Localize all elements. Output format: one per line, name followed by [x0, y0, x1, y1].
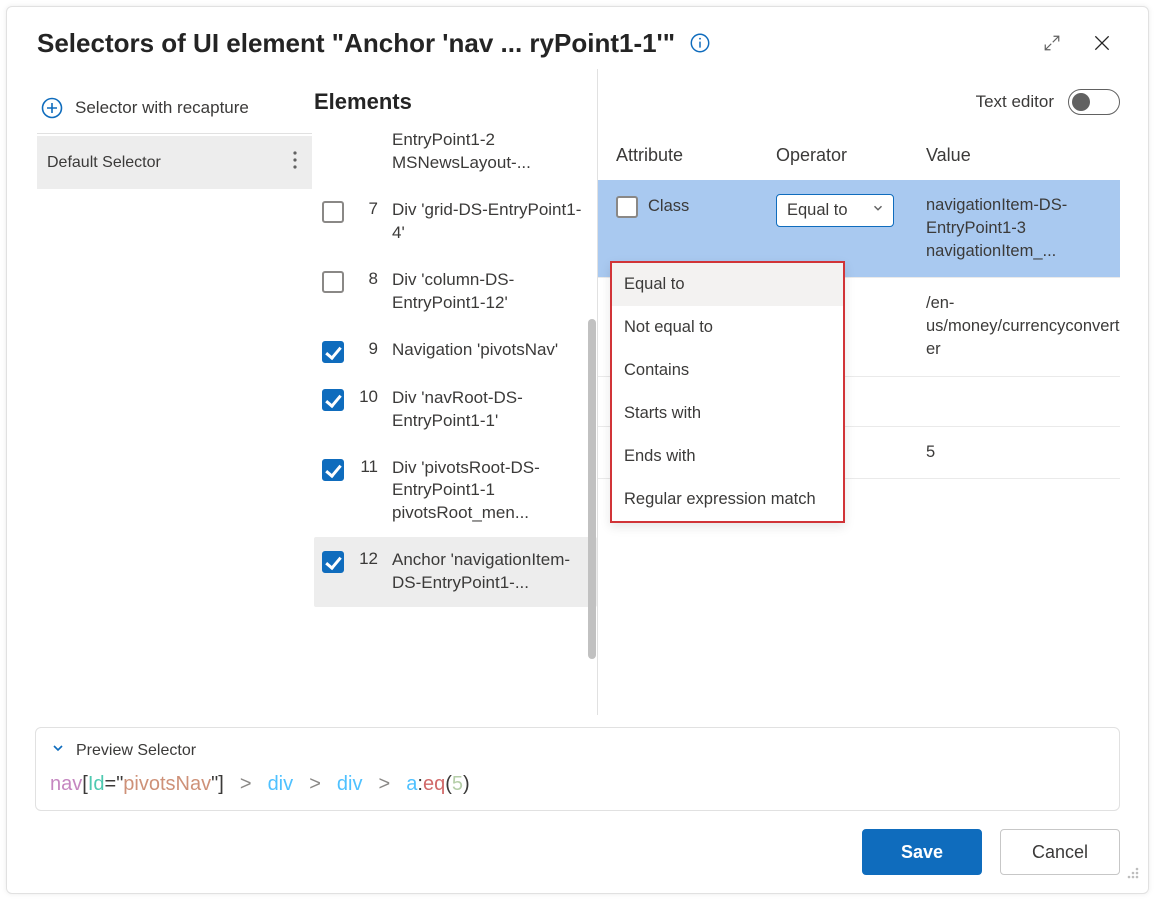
close-icon[interactable]	[1084, 25, 1120, 61]
attribute-header: Attribute Operator Value	[598, 131, 1120, 180]
dialog-title: Selectors of UI element "Anchor 'nav ...…	[37, 28, 675, 59]
elements-title: Elements	[312, 83, 597, 129]
elements-panel: Elements EntryPoint1-2 MSNewsLayout-... 7…	[312, 69, 597, 715]
preview-header[interactable]: Preview Selector	[50, 740, 1105, 761]
operator-select[interactable]: Equal to	[776, 194, 894, 227]
text-editor-label: Text editor	[976, 92, 1054, 112]
cancel-button[interactable]: Cancel	[1000, 829, 1120, 875]
element-checkbox[interactable]	[322, 341, 344, 363]
element-index: 7	[358, 199, 378, 219]
attributes-panel: Text editor Attribute Operator Value Cla…	[597, 69, 1120, 715]
element-label: EntryPoint1-2 MSNewsLayout-...	[392, 129, 589, 175]
preview-label: Preview Selector	[76, 742, 196, 760]
element-checkbox[interactable]	[322, 551, 344, 573]
attributes-top: Text editor	[598, 83, 1120, 129]
header-attribute: Attribute	[616, 145, 776, 166]
save-button[interactable]: Save	[862, 829, 982, 875]
element-row[interactable]: 10 Div 'navRoot-DS-EntryPoint1-1'	[314, 375, 597, 445]
operator-option[interactable]: Regular expression match	[612, 478, 843, 521]
plus-icon	[39, 95, 65, 121]
preview-wrap: Preview Selector nav[Id="pivotsNav"] > d…	[7, 715, 1148, 811]
element-checkbox[interactable]	[322, 459, 344, 481]
expand-icon[interactable]	[1034, 25, 1070, 61]
selector-with-recapture[interactable]: Selector with recapture	[37, 83, 312, 134]
recapture-label: Selector with recapture	[75, 98, 249, 118]
operator-dropdown[interactable]: Equal toNot equal toContainsStarts withE…	[610, 261, 845, 523]
preview-code: nav[Id="pivotsNav"] > div > div > a:eq(5…	[50, 771, 1105, 796]
operator-option[interactable]: Equal to	[612, 263, 843, 306]
element-label: Div 'column-DS-EntryPoint1-12'	[392, 269, 589, 315]
operator-option[interactable]: Not equal to	[612, 306, 843, 349]
attribute-value: /en-us/money/currencyconverter	[926, 292, 1120, 361]
operator-option[interactable]: Ends with	[612, 435, 843, 478]
element-label: Div 'navRoot-DS-EntryPoint1-1'	[392, 387, 589, 433]
element-row[interactable]: 12 Anchor 'navigationItem-DS-EntryPoint1-…	[314, 537, 597, 607]
header-operator: Operator	[776, 145, 926, 166]
element-label: Div 'grid-DS-EntryPoint1-4'	[392, 199, 589, 245]
chevron-down-icon	[871, 201, 885, 220]
elements-scrollbar[interactable]	[587, 129, 597, 669]
element-index: 10	[358, 387, 378, 407]
selector-dialog: Selectors of UI element "Anchor 'nav ...…	[6, 6, 1149, 894]
scrollbar-thumb[interactable]	[588, 319, 596, 659]
element-label: Navigation 'pivotsNav'	[392, 339, 589, 362]
dialog-header: Selectors of UI element "Anchor 'nav ...…	[7, 7, 1148, 69]
element-index: 11	[358, 457, 378, 477]
header-value: Value	[926, 145, 1120, 166]
selector-item-default[interactable]: Default Selector	[37, 136, 312, 189]
attribute-value: 5	[926, 441, 1120, 464]
chevron-down-icon	[50, 740, 66, 761]
element-row[interactable]: 7 Div 'grid-DS-EntryPoint1-4'	[314, 187, 597, 257]
element-row[interactable]: 11 Div 'pivotsRoot-DS-EntryPoint1-1 pivot…	[314, 445, 597, 538]
selector-item-label: Default Selector	[47, 154, 161, 172]
element-label: Anchor 'navigationItem-DS-EntryPoint1-..…	[392, 549, 589, 595]
elements-list[interactable]: EntryPoint1-2 MSNewsLayout-... 7 Div 'grid…	[312, 129, 597, 669]
element-label: Div 'pivotsRoot-DS-EntryPoint1-1 pivotsR…	[392, 457, 589, 526]
element-index: 9	[358, 339, 378, 359]
attribute-value: navigationItem-DS-EntryPoint1-3 navigati…	[926, 194, 1120, 263]
info-icon[interactable]	[689, 32, 711, 54]
element-row[interactable]: 9 Navigation 'pivotsNav'	[314, 327, 597, 375]
selectors-panel: Selector with recapture Default Selector	[37, 69, 312, 715]
operator-option[interactable]: Contains	[612, 349, 843, 392]
toggle-knob	[1072, 93, 1090, 111]
attribute-name: Class	[648, 197, 689, 216]
element-index: 8	[358, 269, 378, 289]
resize-grip-icon[interactable]	[1126, 866, 1140, 885]
attribute-table: Attribute Operator Value Class Equal to na…	[598, 131, 1120, 528]
dialog-footer: Save Cancel	[7, 811, 1148, 893]
operator-value: Equal to	[787, 201, 848, 220]
operator-option[interactable]: Starts with	[612, 392, 843, 435]
preview-selector-panel: Preview Selector nav[Id="pivotsNav"] > d…	[35, 727, 1120, 811]
element-checkbox[interactable]	[322, 271, 344, 293]
element-row[interactable]: 8 Div 'column-DS-EntryPoint1-12'	[314, 257, 597, 327]
more-icon[interactable]	[288, 150, 302, 175]
dialog-body: Selector with recapture Default Selector…	[7, 69, 1148, 715]
text-editor-toggle[interactable]	[1068, 89, 1120, 115]
tok-nav: nav	[50, 773, 82, 795]
element-checkbox[interactable]	[322, 389, 344, 411]
element-row[interactable]: EntryPoint1-2 MSNewsLayout-...	[314, 129, 597, 187]
element-index: 12	[358, 549, 378, 569]
attribute-checkbox[interactable]	[616, 196, 638, 218]
element-checkbox[interactable]	[322, 201, 344, 223]
